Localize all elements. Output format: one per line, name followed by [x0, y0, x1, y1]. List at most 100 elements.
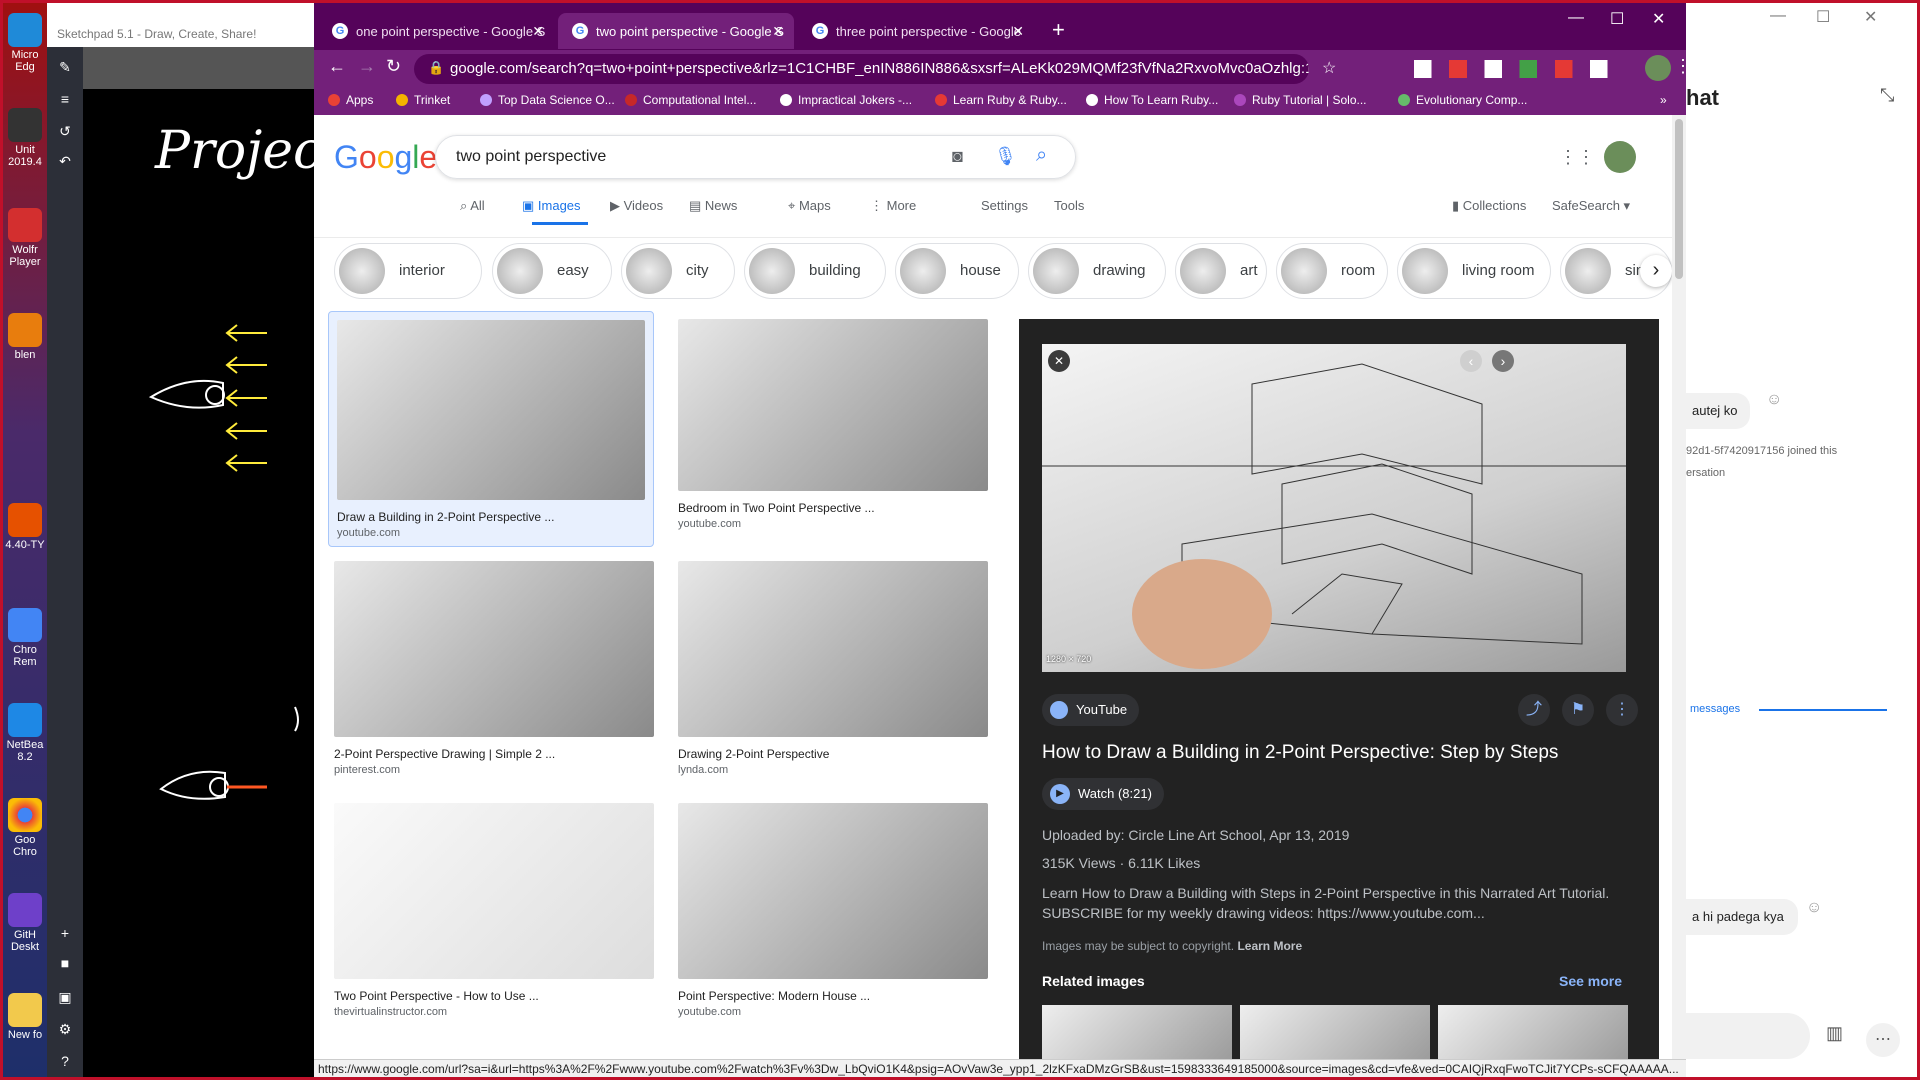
- new-tab-icon[interactable]: +: [1052, 17, 1065, 43]
- address-bar[interactable]: 🔒 google.com/search?q=two+point+perspect…: [414, 54, 1309, 84]
- prev-image-icon[interactable]: ‹: [1460, 350, 1482, 372]
- bookmark-item[interactable]: Ruby Tutorial | Solo...: [1234, 93, 1367, 107]
- chat-minimize-icon[interactable]: —: [1770, 7, 1786, 25]
- profile-avatar[interactable]: [1645, 55, 1671, 81]
- chip-city[interactable]: city: [621, 243, 735, 299]
- source-site-chip[interactable]: YouTube: [1042, 694, 1140, 726]
- extension-icons[interactable]: [1414, 60, 1634, 78]
- preview-title[interactable]: How to Draw a Building in 2-Point Perspe…: [1042, 742, 1558, 764]
- next-image-icon[interactable]: ›: [1492, 350, 1514, 372]
- collections-link[interactable]: ▮ Collections: [1452, 198, 1526, 214]
- save-icon[interactable]: ▣: [57, 989, 73, 1005]
- maximize-icon[interactable]: ☐: [1610, 9, 1624, 29]
- attach-icon[interactable]: ▥: [1826, 1023, 1843, 1044]
- chip-living-room[interactable]: living room: [1397, 243, 1551, 299]
- camera-icon[interactable]: ◙: [952, 146, 963, 167]
- nav-all[interactable]: ⌕ All: [460, 198, 485, 214]
- desktop-icon[interactable]: blen: [5, 313, 45, 361]
- chips-next-icon[interactable]: ›: [1640, 255, 1672, 287]
- preview-image[interactable]: ✕ ‹ › 1280 × 720: [1042, 344, 1626, 672]
- bookmark-item[interactable]: Impractical Jokers -...: [780, 93, 912, 107]
- expand-icon[interactable]: ⤡: [1880, 85, 1894, 106]
- more-icon[interactable]: ⋯: [1866, 1023, 1900, 1057]
- close-tab-icon[interactable]: ✕: [772, 23, 784, 40]
- minimize-icon[interactable]: —: [1568, 9, 1584, 27]
- help-icon[interactable]: ?: [57, 1053, 73, 1069]
- desktop-icon[interactable]: New fo: [5, 993, 45, 1041]
- desktop-icon[interactable]: Goo Chro: [5, 798, 45, 858]
- result-card[interactable]: Point Perspective: Modern House ... yout…: [678, 803, 988, 1018]
- search-input[interactable]: two point perspective ◙ 🎙 ⌕: [435, 135, 1076, 179]
- desktop-icon[interactable]: Unit 2019.4: [5, 108, 45, 168]
- desktop-icon[interactable]: Chro Rem: [5, 608, 45, 668]
- bookmark-item[interactable]: How To Learn Ruby...: [1086, 93, 1218, 107]
- related-thumbnail[interactable]: [1042, 1005, 1232, 1065]
- reload-icon[interactable]: ↻: [386, 56, 401, 77]
- close-window-icon[interactable]: ✕: [1652, 9, 1665, 29]
- close-preview-icon[interactable]: ✕: [1048, 350, 1070, 372]
- nav-videos[interactable]: ▶ Videos: [610, 198, 663, 214]
- bookmark-item[interactable]: Evolutionary Comp...: [1398, 93, 1527, 107]
- result-card[interactable]: Draw a Building in 2-Point Perspective .…: [328, 311, 654, 547]
- desktop-icon[interactable]: 4.40-TY: [5, 503, 45, 551]
- bookmark-item[interactable]: Trinket: [396, 93, 450, 107]
- bookmark-item[interactable]: Apps: [328, 93, 373, 107]
- folder-icon[interactable]: ■: [57, 955, 73, 971]
- see-more-link[interactable]: See more: [1559, 973, 1622, 989]
- nav-maps[interactable]: ⌖ Maps: [788, 198, 831, 214]
- related-thumbnail[interactable]: [1438, 1005, 1628, 1065]
- undo-icon[interactable]: ↶: [57, 153, 73, 169]
- safesearch-toggle[interactable]: SafeSearch ▾: [1552, 198, 1630, 214]
- desktop-icon[interactable]: Micro Edg: [5, 13, 45, 73]
- chip-art[interactable]: art: [1175, 243, 1267, 299]
- result-card[interactable]: Bedroom in Two Point Perspective ... you…: [678, 319, 988, 530]
- nav-settings[interactable]: Settings: [981, 198, 1028, 213]
- desktop-icon[interactable]: NetBea 8.2: [5, 703, 45, 763]
- more-options-icon[interactable]: ⋮: [1606, 694, 1638, 726]
- chat-maximize-icon[interactable]: ☐: [1816, 7, 1830, 27]
- desktop-icon[interactable]: Wolfr Player: [5, 208, 45, 268]
- save-bookmark-icon[interactable]: ⚑: [1562, 694, 1594, 726]
- page-scrollbar[interactable]: [1672, 115, 1686, 1065]
- bookmarks-overflow-icon[interactable]: »: [1660, 93, 1667, 107]
- chip-room[interactable]: room: [1276, 243, 1388, 299]
- close-tab-icon[interactable]: ✕: [532, 23, 544, 40]
- message-input[interactable]: [1686, 1013, 1810, 1059]
- bookmark-item[interactable]: Computational Intel...: [625, 93, 756, 107]
- bookmark-item[interactable]: Learn Ruby & Ruby...: [935, 93, 1067, 107]
- chip-interior[interactable]: interior: [334, 243, 482, 299]
- new-messages-link[interactable]: messages: [1690, 703, 1740, 715]
- result-card[interactable]: Drawing 2-Point Perspective lynda.com: [678, 561, 988, 776]
- brush-tool-icon[interactable]: ✎: [57, 59, 73, 75]
- watch-button[interactable]: ▶ Watch (8:21): [1042, 778, 1164, 810]
- result-card[interactable]: Two Point Perspective - How to Use ... t…: [334, 803, 654, 1018]
- chip-house[interactable]: house: [895, 243, 1019, 299]
- nav-images[interactable]: ▣ Images: [522, 198, 581, 214]
- account-avatar[interactable]: [1604, 141, 1636, 173]
- emoji-icon[interactable]: ☺: [1806, 899, 1822, 917]
- chip-drawing[interactable]: drawing: [1028, 243, 1166, 299]
- layers-icon[interactable]: ≡: [57, 91, 73, 107]
- microphone-icon[interactable]: 🎙: [994, 146, 1017, 167]
- tab-two-point[interactable]: Gtwo point perspective - Google S ✕: [558, 13, 794, 49]
- settings-icon[interactable]: ⚙: [57, 1021, 73, 1037]
- tab-three-point[interactable]: Gthree point perspective - Google ✕: [798, 13, 1034, 49]
- forward-icon[interactable]: →: [358, 56, 376, 77]
- chat-close-icon[interactable]: ✕: [1864, 7, 1877, 27]
- apps-grid-icon[interactable]: ⋮⋮: [1559, 147, 1595, 168]
- add-icon[interactable]: +: [57, 925, 73, 941]
- chip-building[interactable]: building: [744, 243, 886, 299]
- nav-more[interactable]: ⋮ More: [870, 198, 916, 214]
- tab-one-point[interactable]: Gone point perspective - Google S ✕: [318, 13, 554, 49]
- nav-news[interactable]: ▤ News: [689, 198, 737, 214]
- emoji-icon[interactable]: ☺: [1766, 391, 1782, 409]
- search-icon[interactable]: ⌕: [1036, 144, 1047, 167]
- share-icon[interactable]: ⤴: [1518, 694, 1550, 726]
- bookmark-item[interactable]: Top Data Science O...: [480, 93, 615, 107]
- scroll-thumb[interactable]: [1675, 119, 1683, 279]
- history-icon[interactable]: ↺: [57, 123, 73, 139]
- nav-tools[interactable]: Tools: [1054, 198, 1084, 213]
- bookmark-star-icon[interactable]: ☆: [1322, 58, 1336, 78]
- close-tab-icon[interactable]: ✕: [1012, 23, 1024, 40]
- desktop-icon[interactable]: GitH Deskt: [5, 893, 45, 953]
